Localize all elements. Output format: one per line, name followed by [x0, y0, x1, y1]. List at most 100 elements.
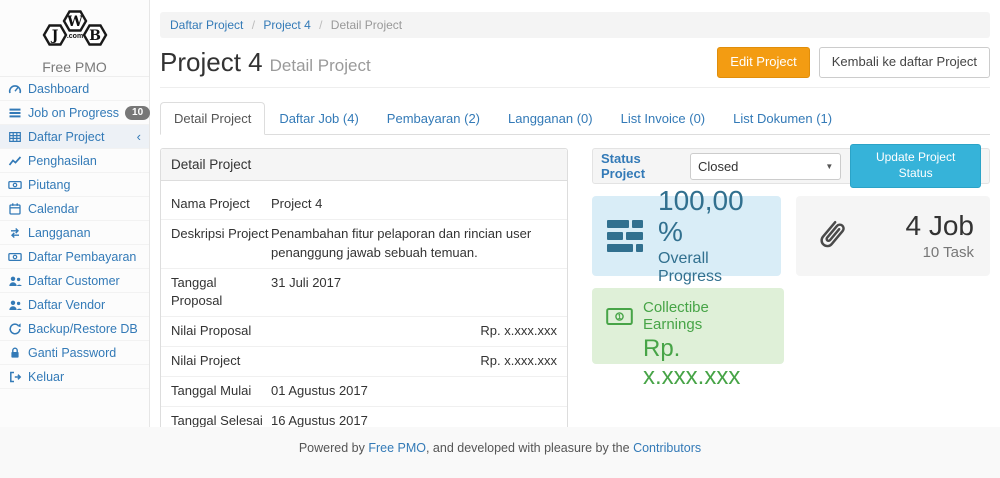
table-row: Nilai Project Rp. x.xxx.xxx [161, 347, 567, 377]
status-select-value: Closed [698, 159, 738, 174]
money-icon [8, 178, 22, 192]
table-row: Tanggal Mulai 01 Agustus 2017 [161, 377, 567, 407]
tab-bar: Detail Project Daftar Job (4) Pembayaran… [160, 102, 990, 135]
sidebar-item-ganti-password[interactable]: Ganti Password [0, 341, 149, 365]
sidebar-item-daftar-pembayaran[interactable]: Daftar Pembayaran [0, 245, 149, 269]
tab-daftar-job[interactable]: Daftar Job (4) [265, 102, 372, 135]
breadcrumb-link-project-4[interactable]: Project 4 [263, 18, 310, 32]
status-project-bar: Status Project Closed ▼ Update Project S… [592, 148, 990, 184]
chevron-left-icon: ‹ [137, 130, 141, 143]
bars-icon [8, 106, 22, 120]
tab-detail-project[interactable]: Detail Project [160, 102, 265, 135]
back-to-project-list-button[interactable]: Kembali ke daftar Project [819, 47, 990, 78]
jwb-logo-icon: J W B .com [36, 7, 114, 53]
sidebar-item-label: Daftar Pembayaran [28, 250, 136, 264]
sidebar-item-label: Job on Progress [28, 106, 119, 120]
sidebar-item-label: Penghasilan [28, 154, 97, 168]
tab-list-invoice[interactable]: List Invoice (0) [607, 102, 720, 135]
brand-name: Free PMO [0, 59, 149, 75]
users-icon [8, 298, 22, 312]
tasks-icon [605, 219, 645, 253]
sidebar-item-keluar[interactable]: Keluar [0, 365, 149, 389]
sidebar-item-label: Backup/Restore DB [28, 322, 138, 336]
overall-progress-card: 100,00 % Overall Progress [592, 196, 781, 276]
chevron-down-icon: ▼ [825, 162, 833, 171]
sidebar-item-label: Dashboard [28, 82, 89, 96]
sidebar-menu: Dashboard Job on Progress 10 Daftar Proj… [0, 76, 149, 389]
sidebar-item-job-on-progress[interactable]: Job on Progress 10 [0, 101, 149, 125]
sidebar-item-label: Daftar Customer [28, 274, 120, 288]
tab-list-dokumen[interactable]: List Dokumen (1) [719, 102, 846, 135]
progress-text: 100,00 % Overall Progress [658, 186, 768, 286]
earnings-header: 1 Collectibe Earnings [606, 299, 770, 333]
sidebar-item-label: Calendar [28, 202, 79, 216]
footer-link-contributors[interactable]: Contributors [633, 441, 701, 455]
sidebar-item-langganan[interactable]: Langganan [0, 221, 149, 245]
status-project-label: Status Project [601, 151, 681, 181]
sidebar-item-backup-restore-db[interactable]: Backup/Restore DB [0, 317, 149, 341]
page-header: Project 4 Detail Project Edit Project Kem… [160, 47, 990, 88]
progress-label: Overall Progress [658, 250, 768, 286]
lock-icon [8, 346, 22, 360]
svg-text:.com: .com [66, 33, 82, 40]
svg-text:B: B [89, 28, 101, 44]
status-select[interactable]: Closed ▼ [690, 153, 841, 180]
footer-text: Powered by [299, 441, 368, 455]
edit-project-button[interactable]: Edit Project [717, 47, 809, 78]
sidebar-item-label: Ganti Password [28, 346, 116, 360]
sidebar-item-label: Daftar Project [28, 130, 104, 144]
table-row: Nilai Proposal Rp. x.xxx.xxx [161, 317, 567, 347]
sidebar-item-daftar-project[interactable]: Daftar Project ‹ [0, 125, 149, 149]
footer-text: , and developed with pleasure by the [426, 441, 633, 455]
sidebar: J W B .com Free PMO Dashboard Job on Pro… [0, 0, 150, 427]
update-project-status-button[interactable]: Update Project Status [850, 144, 981, 187]
collectible-earnings-card: 1 Collectibe Earnings Rp. x.xxx.xxx [592, 288, 784, 364]
refresh-icon [8, 322, 22, 336]
app-window: J W B .com Free PMO Dashboard Job on Pro… [0, 0, 1000, 478]
svg-text:J: J [49, 28, 58, 44]
breadcrumb: Daftar Project / Project 4 / Detail Proj… [160, 12, 990, 38]
breadcrumb-separator: / [319, 18, 322, 32]
money-icon [8, 250, 22, 264]
sidebar-item-daftar-customer[interactable]: Daftar Customer [0, 269, 149, 293]
svg-text:1: 1 [618, 314, 622, 321]
sidebar-item-penghasilan[interactable]: Penghasilan [0, 149, 149, 173]
sidebar-item-calendar[interactable]: Calendar [0, 197, 149, 221]
page-subtitle: Detail Project [270, 56, 371, 75]
job-count: 4 Job [906, 211, 975, 242]
sidebar-item-piutang[interactable]: Piutang [0, 173, 149, 197]
money-bill-icon: 1 [606, 307, 633, 326]
sidebar-item-daftar-vendor[interactable]: Daftar Vendor [0, 293, 149, 317]
paperclip-icon [812, 214, 850, 258]
footer-link-free-pmo[interactable]: Free PMO [368, 441, 426, 455]
panel-title: Detail Project [161, 149, 567, 181]
sidebar-item-label: Daftar Vendor [28, 298, 105, 312]
job-text: 4 Job 10 Task [906, 211, 975, 262]
job-count-badge: 10 [125, 106, 150, 120]
breadcrumb-link-daftar-project[interactable]: Daftar Project [170, 18, 243, 32]
summary-cards-row: 100,00 % Overall Progress [592, 196, 990, 276]
sidebar-item-label: Piutang [28, 178, 70, 192]
calendar-icon [8, 202, 22, 216]
table-icon [8, 130, 22, 144]
progress-value: 100,00 % [658, 186, 768, 248]
page-title: Project 4 [160, 47, 263, 77]
repeat-icon [8, 226, 22, 240]
earnings-value: Rp. x.xxx.xxx [606, 335, 770, 390]
task-count: 10 Task [906, 244, 975, 261]
breadcrumb-current: Detail Project [331, 18, 402, 32]
logo-block[interactable]: J W B .com Free PMO [0, 0, 149, 76]
footer: Powered by Free PMO, and developed with … [0, 427, 1000, 478]
sidebar-item-dashboard[interactable]: Dashboard [0, 77, 149, 101]
tab-langganan[interactable]: Langganan (0) [494, 102, 607, 135]
dashboard-icon [8, 82, 22, 96]
table-row: Tanggal Proposal 31 Juli 2017 [161, 269, 567, 318]
tab-pembayaran[interactable]: Pembayaran (2) [373, 102, 494, 135]
sidebar-item-label: Keluar [28, 370, 64, 384]
earnings-label: Collectibe Earnings [643, 299, 770, 333]
page-title-group: Project 4 Detail Project [160, 47, 371, 78]
users-icon [8, 274, 22, 288]
sign-out-icon [8, 370, 22, 384]
sidebar-item-label: Langganan [28, 226, 91, 240]
table-row: Nama Project Project 4 [161, 190, 567, 220]
